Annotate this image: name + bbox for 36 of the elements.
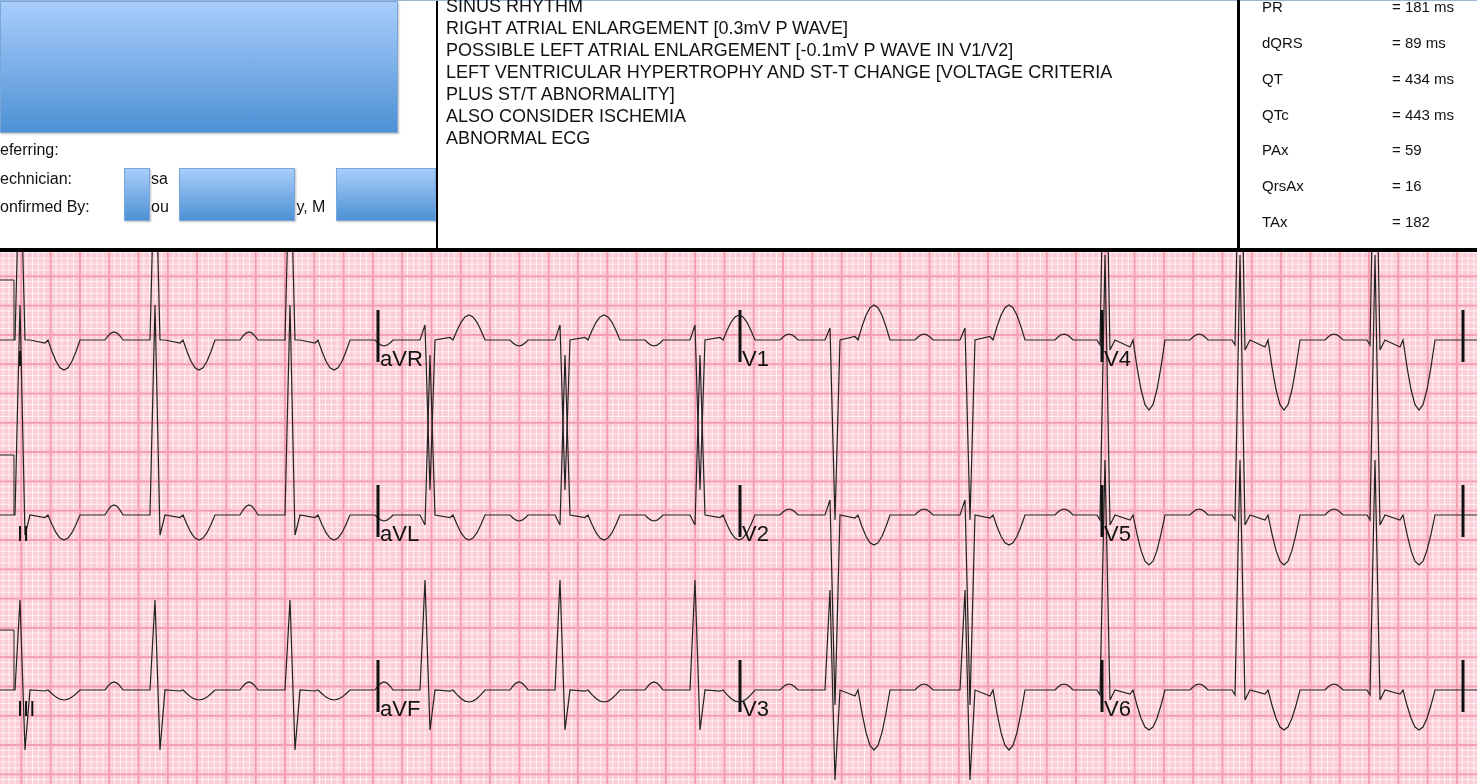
measurement-name: TAx <box>1262 212 1289 233</box>
measurement-name: dQRS <box>1262 32 1304 53</box>
field-label: eferring: <box>0 141 60 159</box>
lead-label: aVL <box>380 523 420 545</box>
measurement-value: = 434 ms <box>1392 68 1456 89</box>
interpretation-line: ABNORMAL ECG <box>446 127 592 149</box>
field-label: echnician: <box>0 170 74 188</box>
measurement-name: QrsAx <box>1262 176 1305 197</box>
measurement-value: = 182 <box>1392 212 1431 233</box>
lead-label: V3 <box>742 698 769 720</box>
lead-label: aVR <box>380 348 423 370</box>
lead-label: II <box>17 523 30 545</box>
interpretation-line: RIGHT ATRIAL ENLARGEMENT [0.3mV P WAVE] <box>446 17 850 39</box>
interpretation-line: PLUS ST/T ABNORMALITY] <box>446 83 676 105</box>
lead-label: V1 <box>742 348 769 370</box>
measurement-name: QTc <box>1262 104 1290 125</box>
interpretation-line: LEFT VENTRICULAR HYPERTROPHY AND ST-T CHANGE [VOLTAGE CRITERIA <box>446 61 1114 83</box>
lead-label: I <box>17 348 24 370</box>
field-value: ou <box>150 198 170 216</box>
lead-label: V6 <box>1104 698 1131 720</box>
interpretation-line: ALSO CONSIDER ISCHEMIA <box>446 105 688 127</box>
measurement-name: QT <box>1262 68 1284 89</box>
field-value: sa <box>150 170 169 188</box>
measurement-value: = 443 ms <box>1392 104 1456 125</box>
measurement-value: = 59 <box>1392 140 1423 161</box>
redaction-block <box>124 168 150 221</box>
measurement-value: = 181 ms <box>1392 0 1456 17</box>
measurement-name: PR <box>1262 0 1284 17</box>
interpretation-line: POSSIBLE LEFT ATRIAL ENLARGEMENT [-0.1mV P WAVE IN V1/V2] <box>446 39 1015 61</box>
measurement-value: = 89 ms <box>1392 32 1447 53</box>
field-value: y, M <box>295 198 327 216</box>
field-label: onfirmed By: <box>0 198 91 216</box>
measurement-value: = 16 <box>1392 176 1423 197</box>
measurement-name: PAx <box>1262 140 1290 161</box>
interpretation-line: SINUS RHYTHM <box>446 0 584 17</box>
lead-label: aVF <box>380 698 421 720</box>
